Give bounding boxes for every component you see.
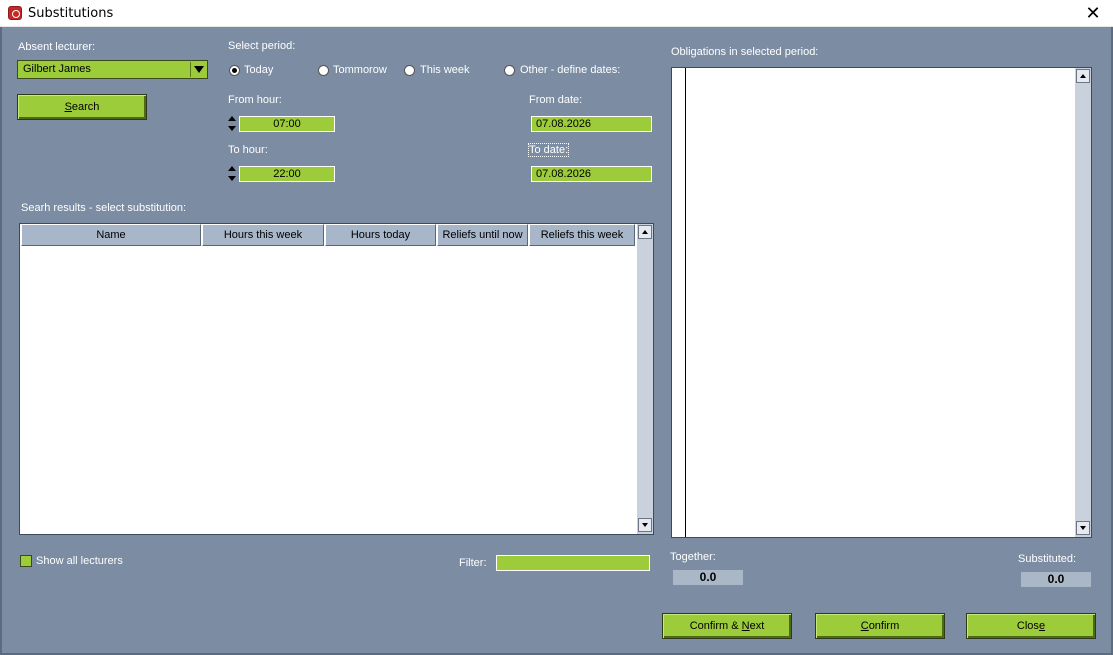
radio-today-label: Today bbox=[244, 64, 274, 76]
absent-lecturer-label: Absent lecturer: bbox=[18, 41, 96, 53]
obligations-label: Obligations in selected period: bbox=[671, 46, 819, 58]
dialog-body: Absent lecturer: Gilbert James Search Se… bbox=[0, 27, 1113, 655]
close-label-underline: e bbox=[1038, 620, 1046, 632]
substituted-label: Substituted: bbox=[1018, 553, 1077, 565]
show-all-lecturers-checkbox[interactable] bbox=[20, 555, 32, 567]
confirm-next-label-pre: Confirm & bbox=[689, 620, 742, 632]
select-period-label: Select period: bbox=[228, 40, 296, 52]
search-results-table[interactable]: Name Hours this week Hours today Reliefs… bbox=[19, 223, 654, 535]
to-hour-spinner[interactable] bbox=[228, 164, 236, 184]
to-hour-label: To hour: bbox=[228, 144, 268, 156]
radio-tomorrow[interactable] bbox=[318, 65, 329, 76]
filter-input[interactable] bbox=[496, 555, 650, 571]
confirm-button[interactable]: Confirm bbox=[815, 613, 945, 639]
column-header-hours-this-week[interactable]: Hours this week bbox=[202, 224, 324, 246]
close-button[interactable]: Close bbox=[966, 613, 1096, 639]
radio-other-dates[interactable] bbox=[504, 65, 515, 76]
close-icon[interactable]: ✕ bbox=[1083, 3, 1103, 23]
confirm-next-label-underline: N bbox=[741, 620, 750, 632]
absent-lecturer-select[interactable]: Gilbert James bbox=[17, 60, 208, 79]
radio-this-week[interactable] bbox=[404, 65, 415, 76]
chevron-down-icon[interactable] bbox=[190, 62, 206, 77]
radio-today[interactable] bbox=[229, 65, 240, 76]
column-header-reliefs-until-now[interactable]: Reliefs until now bbox=[437, 224, 528, 246]
confirm-label-post: onfirm bbox=[868, 620, 900, 632]
confirm-next-button[interactable]: Confirm & Next bbox=[662, 613, 792, 639]
close-label-pre: Clos bbox=[1016, 620, 1039, 632]
absent-lecturer-value: Gilbert James bbox=[23, 63, 91, 75]
column-header-name[interactable]: Name bbox=[21, 224, 201, 246]
search-results-label: Searh results - select substitution: bbox=[21, 202, 187, 214]
scroll-up-icon[interactable] bbox=[1076, 69, 1090, 83]
substituted-value: 0.0 bbox=[1021, 572, 1091, 587]
from-hour-label: From hour: bbox=[228, 94, 282, 106]
scroll-up-icon[interactable] bbox=[638, 225, 652, 239]
obligations-divider bbox=[685, 68, 686, 537]
confirm-next-label-post: ext bbox=[749, 620, 765, 632]
show-all-lecturers-label: Show all lecturers bbox=[36, 555, 123, 567]
results-scrollbar[interactable] bbox=[637, 224, 653, 534]
spin-up-icon[interactable] bbox=[228, 116, 236, 121]
radio-other-dates-label: Other - define dates: bbox=[520, 64, 621, 76]
radio-this-week-label: This week bbox=[420, 64, 470, 76]
search-button[interactable]: Search bbox=[17, 94, 147, 120]
spin-down-icon[interactable] bbox=[228, 126, 236, 131]
scroll-down-icon[interactable] bbox=[638, 518, 652, 532]
obligations-scrollbar[interactable] bbox=[1075, 68, 1091, 537]
to-date-label: To date: bbox=[527, 143, 570, 157]
search-button-label-post: earch bbox=[71, 101, 100, 113]
obligations-panel[interactable] bbox=[671, 67, 1092, 538]
together-value: 0.0 bbox=[673, 570, 743, 585]
scroll-down-icon[interactable] bbox=[1076, 521, 1090, 535]
spin-up-icon[interactable] bbox=[228, 166, 236, 171]
to-date-input[interactable]: 07.08.2026 bbox=[531, 166, 652, 182]
column-header-reliefs-this-week[interactable]: Reliefs this week bbox=[529, 224, 635, 246]
together-label: Together: bbox=[670, 551, 716, 563]
search-button-label-underline: S bbox=[64, 101, 72, 113]
radio-tomorrow-label: Tommorow bbox=[333, 64, 387, 76]
from-date-input[interactable]: 07.08.2026 bbox=[531, 116, 652, 132]
spin-down-icon[interactable] bbox=[228, 176, 236, 181]
confirm-label-underline: C bbox=[860, 620, 869, 632]
window-title: Substitutions bbox=[28, 6, 114, 21]
from-hour-input[interactable]: 07:00 bbox=[239, 116, 335, 132]
title-bar: Substitutions ✕ bbox=[0, 0, 1113, 27]
from-hour-spinner[interactable] bbox=[228, 114, 236, 134]
to-hour-input[interactable]: 22:00 bbox=[239, 166, 335, 182]
app-icon bbox=[8, 6, 22, 20]
column-header-hours-today[interactable]: Hours today bbox=[325, 224, 436, 246]
filter-label: Filter: bbox=[459, 557, 487, 569]
from-date-label: From date: bbox=[529, 94, 583, 106]
